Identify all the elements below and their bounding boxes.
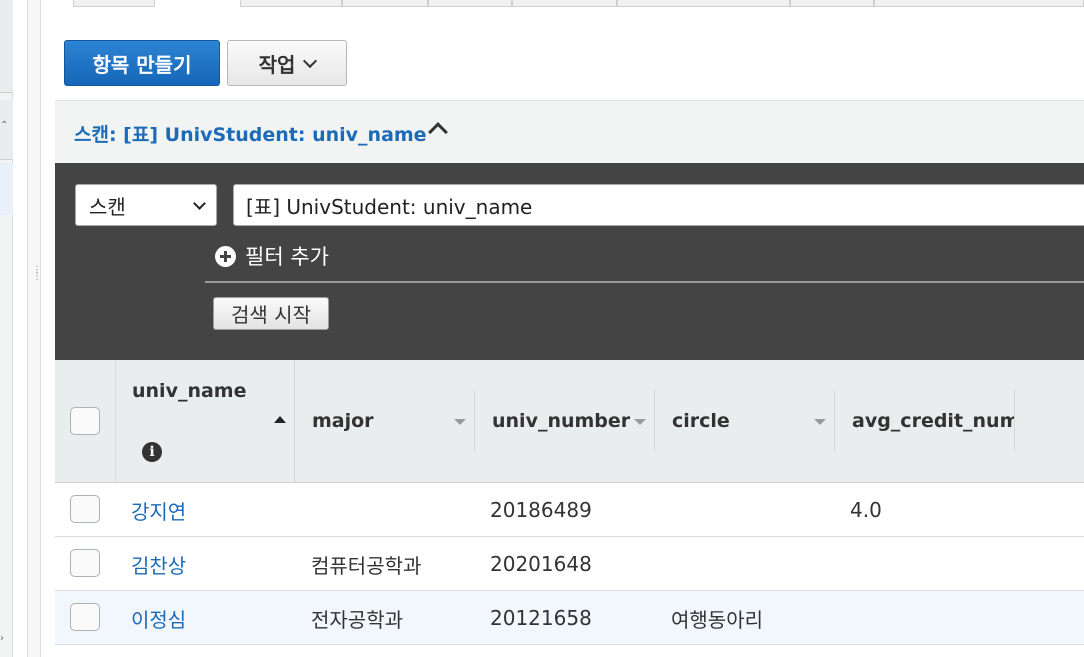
table-row[interactable]: 강지연 20186489 4.0 [55, 483, 1084, 537]
column-divider[interactable] [1014, 390, 1015, 452]
divider [205, 281, 1084, 283]
cell-major: 컴퓨터공학과 [311, 553, 422, 578]
table-row[interactable]: 김찬상 컴퓨터공학과 20201648 [55, 537, 1084, 591]
tab[interactable] [790, 0, 874, 7]
table-header: univ_name i major univ_number circle avg… [55, 360, 1084, 483]
select-all-checkbox[interactable] [70, 407, 100, 435]
tab[interactable] [512, 0, 617, 7]
column-header-avg-credit-num-clip: avg_credit_num [852, 410, 1014, 432]
left-sidebar-collapsed: ⌃ › [0, 0, 13, 657]
scan-mode-select[interactable]: 스캔 [75, 184, 217, 226]
plus-circle-icon [215, 245, 236, 267]
actions-dropdown-button[interactable]: 작업 [227, 40, 347, 86]
tab[interactable] [73, 0, 155, 7]
row-checkbox[interactable] [70, 549, 100, 577]
tab[interactable] [428, 0, 512, 7]
column-header-major[interactable]: major [312, 410, 374, 432]
caret-right-icon[interactable]: › [0, 633, 4, 644]
column-divider[interactable] [474, 390, 475, 452]
start-search-label: 검색 시작 [231, 303, 311, 327]
scan-mode-value: 스캔 [89, 194, 126, 219]
cell-univ-name[interactable]: 강지연 [131, 483, 186, 537]
column-header-univ-number[interactable]: univ_number [492, 410, 630, 432]
create-item-label: 항목 만들기 [92, 52, 192, 77]
cell-univ-name[interactable]: 이정심 [131, 591, 186, 645]
cell-avg-credit-num: 4.0 [850, 498, 882, 522]
column-header-avg-credit-num[interactable]: avg_credit_num [852, 410, 1014, 432]
cell-univ-number: 20186489 [490, 498, 592, 522]
chevron-down-icon [193, 197, 206, 210]
table-index-value: [표] UnivStudent: univ_name [246, 194, 533, 219]
tab[interactable] [240, 0, 342, 7]
sort-icon[interactable] [814, 419, 826, 425]
column-divider[interactable] [834, 390, 835, 452]
chevron-up-icon[interactable] [428, 122, 448, 142]
cell-univ-number: 20201648 [490, 552, 592, 576]
sidebar-section[interactable] [0, 0, 13, 93]
column-header-univ-name[interactable]: univ_name [132, 380, 246, 402]
caret-up-icon[interactable]: ⌃ [0, 120, 8, 131]
scan-panel-header[interactable]: 스캔: [표] UnivStudent: univ_name [55, 100, 1084, 163]
cell-univ-number: 20121658 [490, 606, 592, 630]
add-filter-button[interactable]: 필터 추가 [215, 241, 329, 271]
column-header-circle[interactable]: circle [672, 410, 730, 432]
start-search-button[interactable]: 검색 시작 [213, 297, 329, 330]
cell-major: 전자공학과 [311, 607, 403, 632]
sidebar-selected-item[interactable] [0, 163, 13, 215]
actions-label: 작업 [258, 52, 296, 77]
row-checkbox[interactable] [70, 603, 100, 631]
tab-strip [55, 0, 1084, 8]
tab[interactable] [342, 0, 428, 7]
scan-filter-panel: 스캔 [표] UnivStudent: univ_name 필터 추가 검색 시… [55, 163, 1084, 360]
sort-icon[interactable] [634, 419, 646, 425]
chevron-down-icon [303, 53, 318, 69]
table-index-select[interactable]: [표] UnivStudent: univ_name [233, 184, 1084, 226]
column-divider [115, 360, 116, 483]
column-divider[interactable] [654, 390, 655, 452]
column-divider[interactable] [294, 360, 295, 483]
table-row[interactable]: 이정심 전자공학과 20121658 여행동아리 [55, 591, 1084, 645]
create-item-button[interactable]: 항목 만들기 [64, 40, 220, 86]
add-filter-label: 필터 추가 [245, 245, 329, 269]
cell-circle: 여행동아리 [671, 607, 763, 632]
panel-splitter[interactable]: ⋮ ⋮ [27, 0, 42, 657]
info-icon[interactable]: i [142, 442, 162, 462]
row-checkbox[interactable] [70, 495, 100, 523]
tab[interactable] [874, 0, 1084, 7]
scan-title: 스캔: [표] UnivStudent: univ_name [74, 124, 427, 146]
sort-icon[interactable] [454, 419, 466, 425]
tab[interactable] [617, 0, 790, 7]
sort-ascending-icon[interactable] [274, 416, 286, 423]
drag-handle-icon[interactable]: ⋮ ⋮ [32, 266, 42, 282]
cell-univ-name[interactable]: 김찬상 [131, 537, 186, 591]
